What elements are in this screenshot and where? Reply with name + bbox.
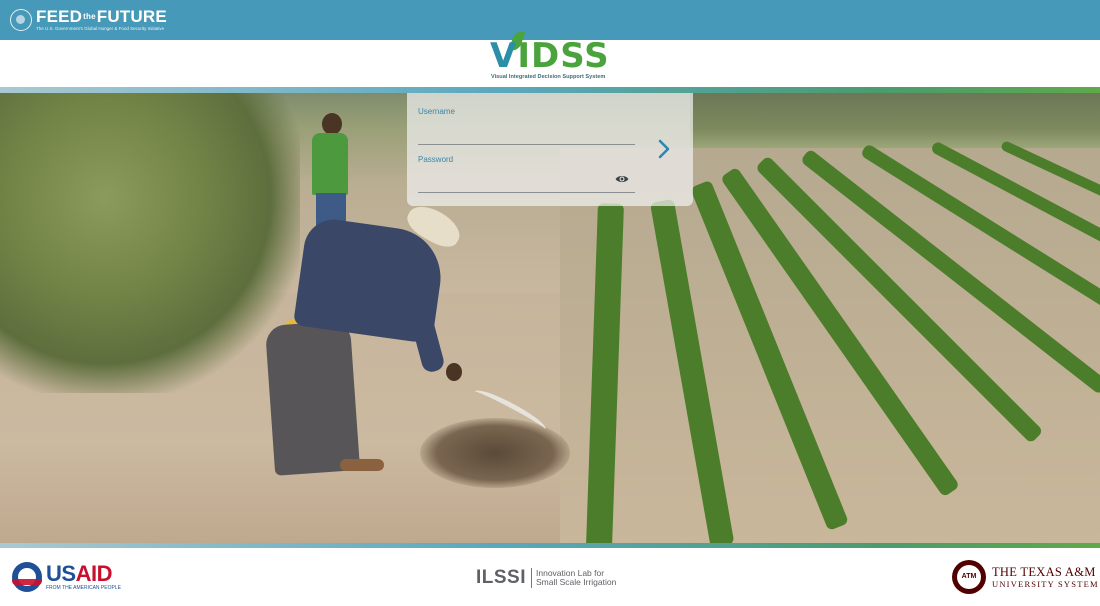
- texas-am-line1: THE TEXAS A&M: [992, 564, 1096, 579]
- chevron-right-icon[interactable]: [655, 138, 673, 160]
- usaid-logo: USAID FROM THE AMERICAN PEOPLE: [12, 561, 121, 593]
- ilssi-wordmark: ILSSI: [476, 567, 527, 588]
- footer: USAID FROM THE AMERICAN PEOPLE ILSSI Inn…: [0, 548, 1100, 606]
- texas-am-seal-icon: [952, 560, 986, 594]
- vidss-wordmark: VIDSS: [490, 36, 610, 76]
- password-label: Password: [418, 155, 454, 164]
- ilssi-desc-line2: Small Scale Irrigation: [536, 577, 617, 587]
- usaid-tagline: FROM THE AMERICAN PEOPLE: [46, 585, 121, 591]
- us-seal-icon: [10, 9, 32, 31]
- username-label: Username: [418, 107, 455, 116]
- texas-am-line2: UNIVERSITY SYSTEM: [992, 578, 1099, 589]
- vidss-subtitle: Visual Integrated Decision Support Syste…: [491, 74, 606, 80]
- ilssi-logo: ILSSI Innovation Lab for Small Scale Irr…: [476, 566, 616, 590]
- vidss-logo: VIDSS Visual Integrated Decision Support…: [490, 28, 612, 84]
- feed-the-future-subtitle: The U.S. Government's Global Hunger & Fo…: [36, 26, 165, 32]
- texas-am-logo: THE TEXAS A&M UNIVERSITY SYSTEM: [952, 559, 1099, 595]
- username-input[interactable]: [418, 126, 635, 145]
- feed-the-future-title: FEEDtheFUTURE: [36, 6, 167, 26]
- password-input[interactable]: [418, 174, 635, 193]
- login-form: Username Password: [407, 93, 693, 206]
- usaid-wordmark: USAID: [46, 561, 112, 586]
- feed-the-future-logo: FEEDtheFUTURE The U.S. Government's Glob…: [10, 6, 167, 34]
- eye-icon[interactable]: [615, 173, 629, 185]
- usaid-seal-icon: [12, 562, 42, 592]
